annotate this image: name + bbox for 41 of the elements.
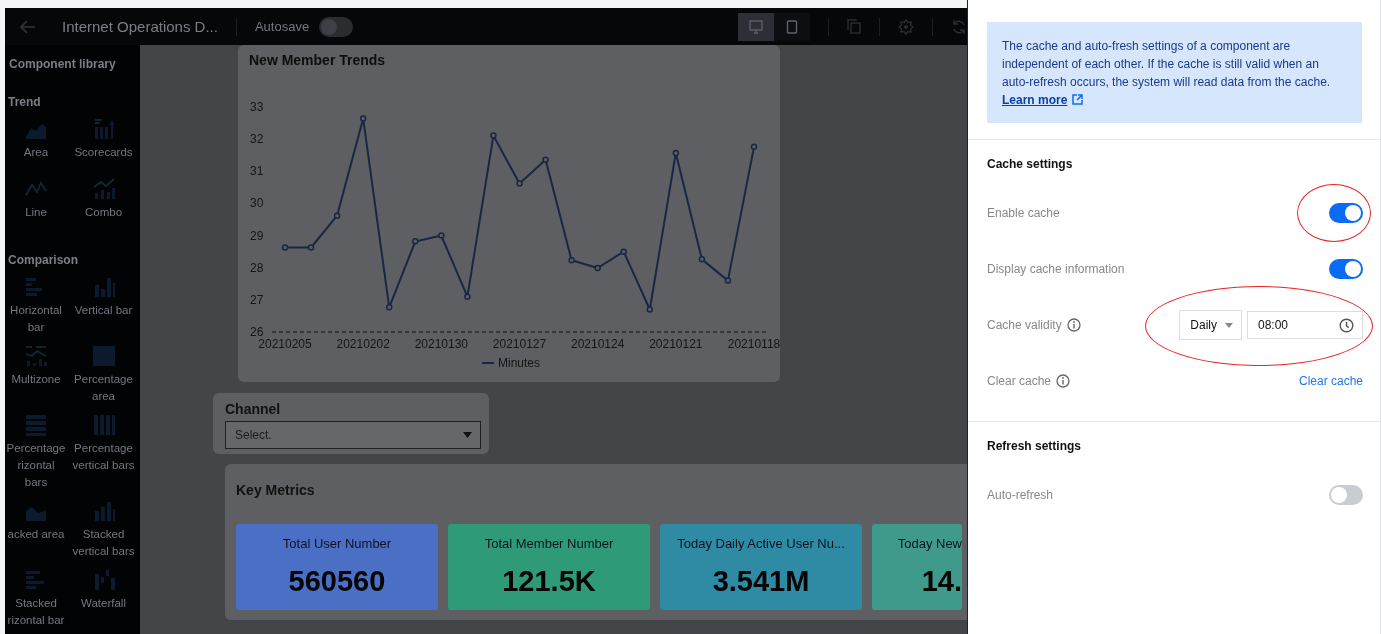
metric-label: Total Member Number <box>484 536 614 551</box>
y-tick-label: 26 <box>250 325 264 339</box>
metric-value: 560560 <box>288 565 386 598</box>
metric-label: Total User Number <box>282 536 392 551</box>
y-tick-label: 33 <box>250 100 264 114</box>
x-tick-label: 20210130 <box>414 337 469 351</box>
x-tick-label: 20210202 <box>336 337 390 351</box>
x-tick-label: 20210118 <box>727 337 780 351</box>
y-tick-label: 31 <box>250 164 264 179</box>
section-heading: Trend <box>7 95 42 109</box>
sidebar-title: Component library <box>8 57 117 71</box>
y-tick-label: 28 <box>250 260 264 275</box>
metric-label: Today New <box>897 536 962 551</box>
setting-label: Display cache information <box>987 262 1125 276</box>
setting-label: Clear cache <box>987 374 1052 388</box>
section-heading: Cache settings <box>987 157 1074 171</box>
metric-value: 14. <box>921 565 962 598</box>
x-tick-label: 20210124 <box>570 337 625 351</box>
dashboard-title: Internet Operations D... <box>62 18 218 35</box>
chart-title: New Member Trends <box>248 51 387 70</box>
x-tick-label: 20210121 <box>649 337 703 351</box>
legend-item: Minutes <box>481 356 541 370</box>
metric-value: 121.5K <box>502 565 596 598</box>
y-tick-label: 27 <box>250 292 264 307</box>
y-tick-label: 29 <box>250 228 264 243</box>
x-tick-label: 20210127 <box>492 337 547 351</box>
setting-label: Enable cache <box>987 206 1060 220</box>
filter-label: Channel <box>225 401 282 417</box>
setting-label: Auto-refresh <box>987 488 1054 502</box>
autosave-label: Autosave <box>254 19 310 34</box>
legend-label: Minutes <box>498 356 541 370</box>
metric-label: Today Daily Active User Nu... <box>677 536 845 551</box>
section-heading: Comparison <box>7 253 79 267</box>
metrics-title: Key Metrics <box>236 482 316 498</box>
y-tick-label: 32 <box>250 132 264 147</box>
x-tick-label: 20210205 <box>258 337 312 351</box>
metric-value: 3.541M <box>712 565 810 598</box>
section-heading: Refresh settings <box>987 439 1083 453</box>
notice-text: The cache and auto-fresh settings of a component are independent of each other. If the cache is still valid when an auto-refresh occurs, the system will read data from the cache. Learn more <box>1002 38 1332 109</box>
setting-label: Cache validity <box>987 318 1062 332</box>
y-tick-label: 30 <box>250 196 264 211</box>
